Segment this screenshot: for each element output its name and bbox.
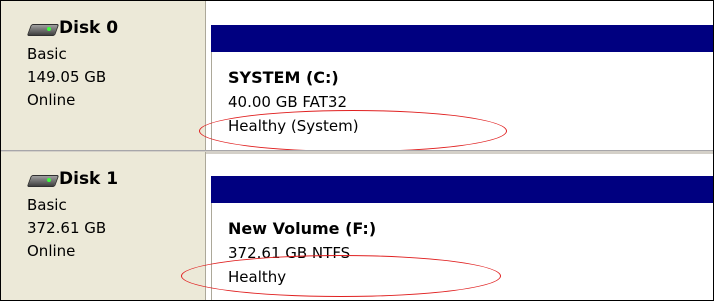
disk-info-panel[interactable]: Disk 0 Basic 149.05 GB Online <box>1 1 206 151</box>
disk-row-0[interactable]: Disk 0 Basic 149.05 GB Online SYSTEM (C:… <box>1 1 713 152</box>
disk-title: Disk 0 <box>26 18 119 38</box>
disk-size: 372.61 GB <box>27 219 107 237</box>
disk-info-panel[interactable]: Disk 1 Basic 372.61 GB Online <box>1 152 206 300</box>
volume-header-bar <box>211 176 713 203</box>
disk-row-1[interactable]: Disk 1 Basic 372.61 GB Online New Volume… <box>1 152 713 300</box>
hard-disk-icon <box>26 20 60 36</box>
disk-type: Basic <box>27 45 67 63</box>
volume-size-filesystem: 40.00 GB FAT32 <box>228 93 347 111</box>
disk-size: 149.05 GB <box>27 68 107 86</box>
disk-name-label: Disk 1 <box>59 169 119 189</box>
volume-name: New Volume (F:) <box>228 219 377 238</box>
disk-title: Disk 1 <box>26 169 119 189</box>
annotation-ellipse <box>181 255 501 297</box>
disk-status: Online <box>27 242 76 260</box>
volume-name: SYSTEM (C:) <box>228 68 339 87</box>
annotation-ellipse <box>199 110 507 152</box>
volume-header-bar <box>211 25 713 52</box>
disk-type: Basic <box>27 196 67 214</box>
disk-name-label: Disk 0 <box>59 18 119 38</box>
disk-management-view: Disk 0 Basic 149.05 GB Online SYSTEM (C:… <box>0 0 714 301</box>
hard-disk-icon <box>26 171 60 187</box>
disk-status: Online <box>27 91 76 109</box>
